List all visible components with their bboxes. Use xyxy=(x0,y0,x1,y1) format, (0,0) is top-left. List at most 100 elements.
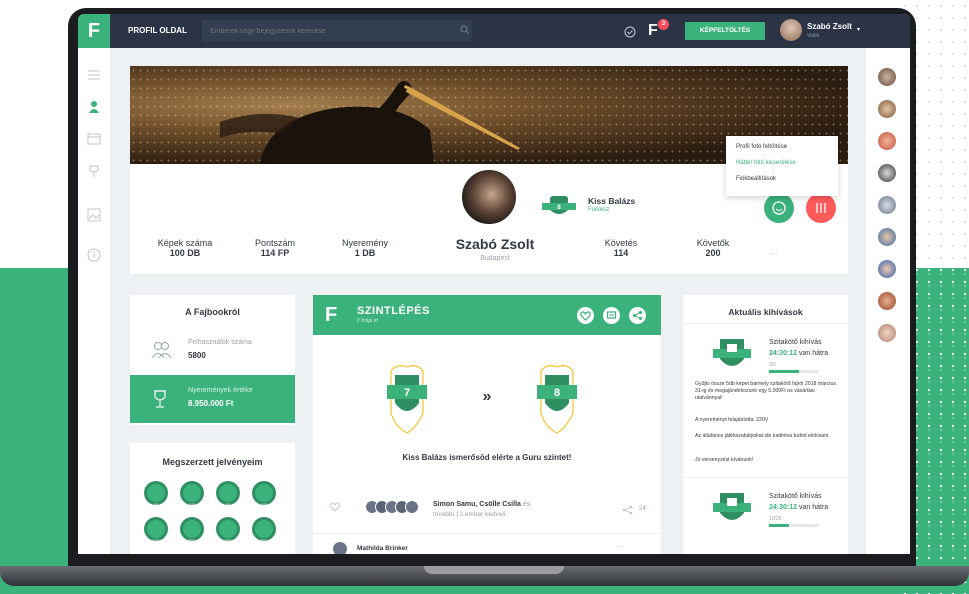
check-circle-icon[interactable] xyxy=(624,26,636,38)
post-header: F SZINTLÉPÉS 2 órája írt xyxy=(313,295,661,335)
badge-icon[interactable]: 50 xyxy=(216,481,240,507)
heart-icon[interactable] xyxy=(329,501,341,513)
friend-avatar[interactable] xyxy=(878,68,896,86)
stat-value: 114 xyxy=(613,248,629,258)
from-level: 7 xyxy=(404,387,410,399)
badge-label: 100 xyxy=(261,502,268,507)
friend-avatar[interactable] xyxy=(878,164,896,182)
stat-label: Követés xyxy=(604,238,638,248)
share-icon[interactable] xyxy=(621,505,635,515)
settings-button[interactable] xyxy=(806,193,836,223)
challenge-description: Gyűjts össze 5db képet bármely szitakötő… xyxy=(695,381,836,401)
search-input[interactable] xyxy=(202,20,472,42)
share-header-button[interactable] xyxy=(629,307,646,324)
liker-avatars[interactable] xyxy=(365,500,425,514)
friend-avatar[interactable] xyxy=(878,196,896,214)
challenge-sponsor: A nyereményt felajánlotta: 220V xyxy=(695,417,769,423)
info-icon[interactable] xyxy=(87,248,101,262)
stat-points[interactable]: Pontszám 114 FP xyxy=(240,238,310,258)
level-badge-from: 7 xyxy=(387,365,427,434)
stat-followers[interactable]: Követők 200 xyxy=(678,238,748,258)
more-options-icon[interactable]: ... xyxy=(770,246,778,257)
badge-icon[interactable]: 250 xyxy=(216,517,240,543)
badge-icon[interactable]: 100 xyxy=(144,517,168,543)
gallery-icon[interactable] xyxy=(87,132,101,146)
challenges-card: Aktuális kihívások Szitakötő kihívás 24:… xyxy=(683,295,848,554)
prize-label: Nyeremények értéke xyxy=(188,387,253,394)
page-title: PROFIL OLDAL xyxy=(128,26,187,35)
app-logo[interactable]: F xyxy=(78,14,110,48)
menu-icon[interactable] xyxy=(87,68,101,82)
level-up-graphic: 7 » 8 xyxy=(387,365,577,434)
dragonfly-badge-icon[interactable] xyxy=(713,491,751,527)
challenge-progress-text: 10/25 xyxy=(769,516,782,522)
smile-icon xyxy=(772,201,786,215)
badge-icon[interactable]: 50 xyxy=(144,481,168,507)
stat-value: 200 xyxy=(705,248,721,258)
stat-images[interactable]: Képek száma 100 DB xyxy=(150,238,220,258)
badges-card: Megszerzett jelvényeim 50 100 50 100 100… xyxy=(130,443,295,554)
follow-button[interactable] xyxy=(764,193,794,223)
badge-label: 500 xyxy=(261,538,268,543)
right-sidebar-friends xyxy=(866,48,910,554)
badge-icon[interactable]: 100 xyxy=(180,481,204,507)
comment-more-icon[interactable]: ... xyxy=(615,539,623,549)
share-icon xyxy=(633,311,642,320)
badge-label: 100 xyxy=(153,538,160,543)
level-badge-to: 8 xyxy=(537,365,577,434)
comment-author[interactable]: Mathilda Brinker xyxy=(357,545,408,552)
stat-prizes[interactable]: Nyeremény 1 DB xyxy=(330,238,400,258)
sliders-icon xyxy=(816,203,826,213)
badge-icon[interactable]: 500 xyxy=(252,517,276,543)
level-badge-icon: 8 xyxy=(542,196,576,214)
friend-avatar[interactable] xyxy=(878,132,896,150)
friend-avatar[interactable] xyxy=(878,100,896,118)
profile-icon[interactable] xyxy=(87,100,101,114)
upload-button[interactable]: KÉPFELTÖLTÉS xyxy=(685,22,765,40)
challenge-rules-link[interactable]: Az általános játékszabályokat ide kattin… xyxy=(695,433,837,440)
friend-avatar[interactable] xyxy=(878,324,896,342)
stat-label: Képek száma xyxy=(157,238,213,248)
menu-item-account-settings[interactable]: Fiókbeállítások xyxy=(736,176,828,192)
level-up-message: Kiss Balázs ismerősöd elérte a Guru szin… xyxy=(402,453,572,462)
friend-name[interactable]: Kiss Balázs xyxy=(588,196,635,206)
challenge-good-luck: Jó versenyzést kívánunk! xyxy=(695,457,754,463)
menu-item-upload-profile-photo[interactable]: Profil fotó feltöltése xyxy=(736,144,828,160)
dragonfly-badge-icon[interactable] xyxy=(713,337,751,373)
stat-label: Nyeremény xyxy=(341,238,388,248)
user-avatar[interactable] xyxy=(780,19,802,41)
like-header-button[interactable] xyxy=(577,307,594,324)
challenge-progress-bar xyxy=(769,370,819,373)
stat-following[interactable]: Követés 114 xyxy=(586,238,656,258)
badge-label: 500 xyxy=(189,538,196,543)
search-icon[interactable] xyxy=(460,25,470,35)
trophy-icon xyxy=(154,390,166,408)
image-icon[interactable] xyxy=(87,208,101,222)
badges-title: Megszerzett jelvényeim xyxy=(162,457,263,467)
commenter-avatar[interactable] xyxy=(333,542,347,554)
user-name[interactable]: Szabó Zsolt xyxy=(807,22,852,31)
profile-avatar[interactable] xyxy=(458,166,520,228)
post-logo: F xyxy=(325,304,338,326)
friend-avatar[interactable] xyxy=(878,228,896,246)
heart-icon xyxy=(580,311,591,321)
stat-label: Követők xyxy=(696,238,730,248)
likers-text[interactable]: Simon Samu, Csölle Csilla és xyxy=(433,501,530,508)
challenge-name[interactable]: Szitakötő kihívás xyxy=(769,493,822,500)
user-subtitle: Vidék xyxy=(807,33,820,39)
to-level: 8 xyxy=(554,387,560,399)
about-title: A Fajbookról xyxy=(185,307,240,317)
users-count-label: Felhasználók száma xyxy=(188,339,252,346)
trophy-icon[interactable] xyxy=(87,164,101,178)
challenge-name[interactable]: Szitakötő kihívás xyxy=(769,339,822,346)
chevron-down-icon[interactable]: ▾ xyxy=(857,26,860,33)
badge-icon[interactable]: 500 xyxy=(180,517,204,543)
friend-avatar[interactable] xyxy=(878,292,896,310)
menu-item-change-cover[interactable]: Háttér fotó kicserélése xyxy=(736,160,828,176)
comment-header-button[interactable] xyxy=(603,307,620,324)
feed-post-level-up: F SZINTLÉPÉS 2 órája írt 7 » 8 Kiss Balá… xyxy=(313,295,661,554)
users-count-value: 5800 xyxy=(188,351,206,360)
friend-avatar[interactable] xyxy=(878,260,896,278)
badge-icon[interactable]: 100 xyxy=(252,481,276,507)
challenge-timer: 24:30:12 van hátra xyxy=(769,350,829,357)
